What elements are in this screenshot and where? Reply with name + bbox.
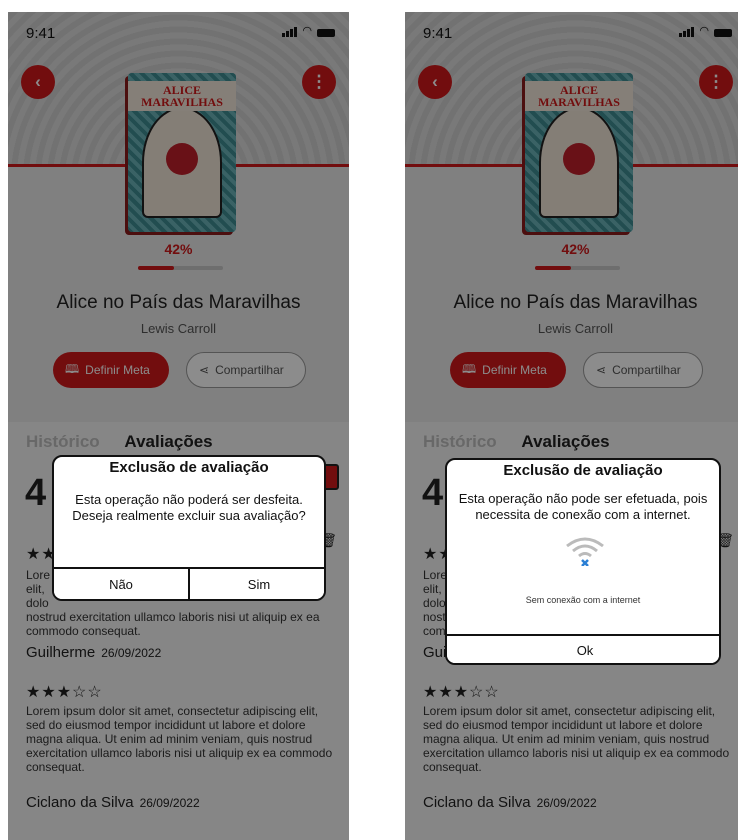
- no-button[interactable]: Não: [54, 567, 190, 599]
- dialog-title: Exclusão de avaliação: [109, 459, 269, 476]
- wifi-off-icon: [566, 537, 604, 566]
- dialog-title: Exclusão de avaliação: [503, 462, 663, 479]
- phone-screen-offline: 9:41 ◠ ‹ ⋮ ALICE MARAVILHAS 42% Alice no…: [405, 12, 738, 840]
- dialog-message: Esta operação não poderá ser desfeita. D…: [72, 492, 306, 523]
- confirm-delete-dialog: Exclusão de avaliação Esta operação não …: [52, 455, 326, 601]
- modal-overlay[interactable]: [405, 12, 738, 840]
- modal-overlay[interactable]: [8, 12, 349, 840]
- phone-screen-confirm: 9:41 ◠ ‹ ⋮ ALICE MARAVILHAS 42% Alice no…: [8, 12, 349, 840]
- yes-button[interactable]: Sim: [190, 567, 324, 599]
- offline-error-dialog: Exclusão de avaliação Esta operação não …: [445, 458, 721, 665]
- ok-button[interactable]: Ok: [447, 634, 719, 663]
- dialog-message: Esta operação não pode ser efetuada, poi…: [458, 491, 708, 522]
- wifi-caption: Sem conexão com a internet: [525, 595, 641, 605]
